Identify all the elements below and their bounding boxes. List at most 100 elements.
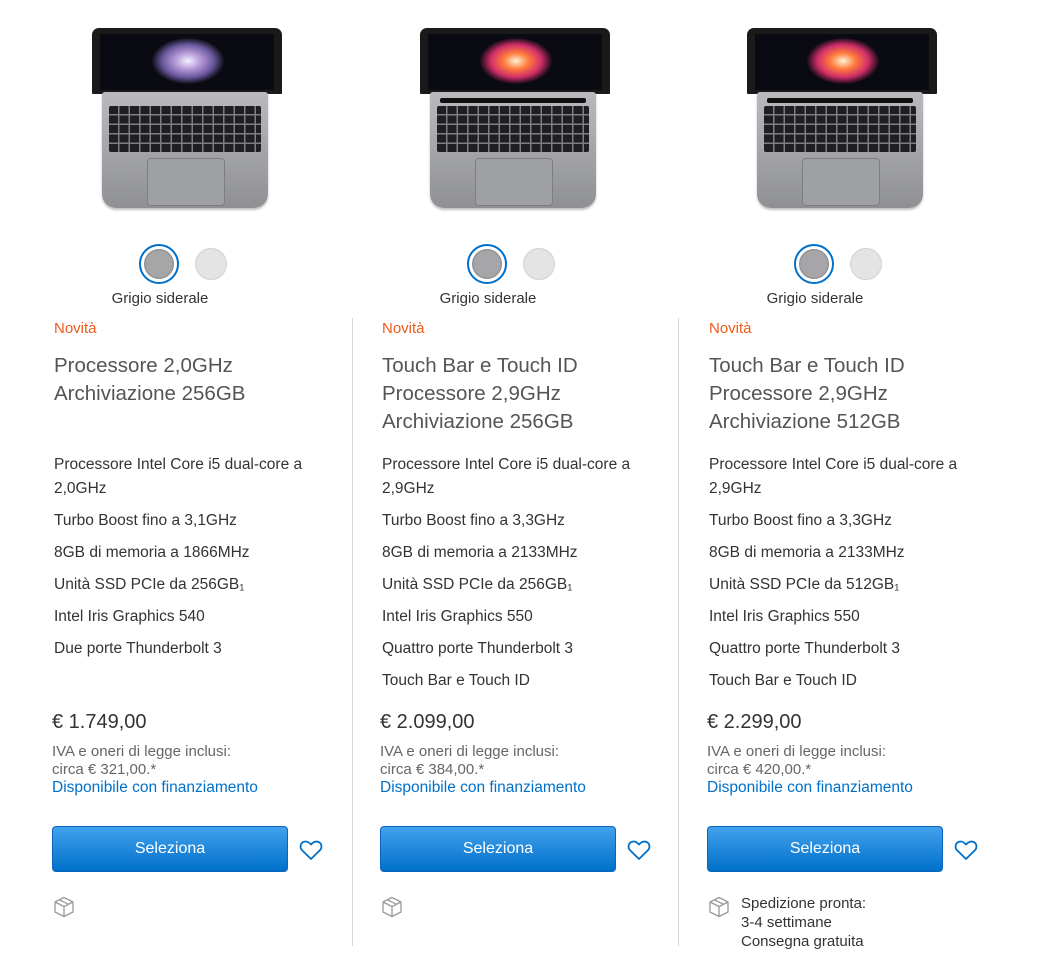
tax-note: IVA e oneri di legge inclusi: circa € 384… (380, 743, 640, 779)
laptop-screen (755, 34, 929, 90)
shipping-line: Consegna gratuita (741, 933, 864, 950)
new-badge: Novità (382, 320, 425, 337)
laptop-base (102, 92, 268, 208)
product-image[interactable] (90, 28, 284, 212)
swatch-space-gray[interactable] (467, 244, 507, 284)
product-image[interactable] (418, 28, 612, 212)
financing-link[interactable]: Disponibile con finanziamento (707, 779, 913, 797)
spec-list: Processore Intel Core i5 dual-core a 2,9… (709, 453, 999, 701)
color-swatches (467, 244, 567, 286)
color-swatches (139, 244, 239, 286)
wallpaper-art (152, 38, 224, 84)
select-button[interactable]: Seleziona (380, 826, 616, 872)
box-icon (380, 895, 404, 919)
box-icon (52, 895, 76, 919)
tax-note: IVA e oneri di legge inclusi: circa € 321… (52, 743, 312, 779)
box-icon (707, 895, 731, 919)
trackpad (475, 158, 553, 206)
spec-item: Intel Iris Graphics 550 (709, 608, 860, 625)
model-title-line: Touch Bar e Touch ID (709, 354, 905, 377)
spec-item: 8GB di memoria a 2133MHz (709, 544, 905, 561)
column-divider (352, 318, 353, 946)
spec-list: Processore Intel Core i5 dual-core a 2,9… (382, 453, 672, 701)
product-column: Grigio siderale Novità Touch Bar e Touch I… (707, 0, 1007, 960)
spec-item: Intel Iris Graphics 540 (54, 608, 205, 625)
model-title-line: Touch Bar e Touch ID (382, 354, 578, 377)
select-button[interactable]: Seleziona (52, 826, 288, 872)
price: € 1.749,00 (52, 711, 147, 733)
model-title-line: Archiviazione 256GB (54, 382, 246, 405)
heart-icon[interactable] (627, 839, 651, 861)
spec-item: Processore Intel Core i5 dual-core a 2,9… (382, 456, 631, 497)
spec-item: 8GB di memoria a 1866MHz (54, 544, 250, 561)
spec-item: Intel Iris Graphics 550 (382, 608, 533, 625)
spec-item: Unità SSD PCIe da 256GB₁ (54, 576, 245, 593)
spec-item: Turbo Boost fino a 3,3GHz (709, 512, 892, 529)
tax-note-line: circa € 321,00.* (52, 761, 157, 778)
touch-bar (767, 98, 913, 103)
product-column: Grigio siderale Novità Touch Bar e Touch I… (380, 0, 680, 960)
model-title-line: Processore 2,9GHz (709, 382, 888, 405)
keyboard (764, 106, 916, 152)
laptop-lid (420, 28, 610, 94)
color-swatches (794, 244, 894, 286)
spec-item: Processore Intel Core i5 dual-core a 2,0… (54, 456, 303, 497)
financing-link[interactable]: Disponibile con finanziamento (380, 779, 586, 797)
price: € 2.099,00 (380, 711, 475, 733)
shipping-line: Spedizione pronta: (741, 895, 867, 912)
model-title-line: Archiviazione 512GB (709, 410, 901, 433)
laptop-base (757, 92, 923, 208)
spec-item: Quattro porte Thunderbolt 3 (382, 640, 574, 657)
heart-icon[interactable] (954, 839, 978, 861)
swatch-space-gray[interactable] (139, 244, 179, 284)
model-title-line: Archiviazione 256GB (382, 410, 574, 433)
product-image[interactable] (745, 28, 939, 212)
spec-item: Unità SSD PCIe da 512GB₁ (709, 576, 900, 593)
tax-note: IVA e oneri di legge inclusi: circa € 420… (707, 743, 967, 779)
swatch-space-gray-fill (472, 249, 502, 279)
laptop-screen (428, 34, 602, 90)
touch-bar (440, 98, 586, 103)
tax-note-line: IVA e oneri di legge inclusi: (52, 743, 231, 760)
spec-item: Turbo Boost fino a 3,3GHz (382, 512, 565, 529)
wallpaper-art (807, 38, 879, 84)
shipping-line: 3-4 settimane (741, 914, 832, 931)
selected-color-label: Grigio siderale (111, 290, 209, 307)
tax-note-line: circa € 384,00.* (380, 761, 485, 778)
tax-note-line: IVA e oneri di legge inclusi: (380, 743, 559, 760)
model-title-line: Processore 2,9GHz (382, 382, 561, 405)
heart-icon[interactable] (299, 839, 323, 861)
laptop-lid (747, 28, 937, 94)
spec-item: Processore Intel Core i5 dual-core a 2,9… (709, 456, 958, 497)
spec-item: Touch Bar e Touch ID (709, 672, 857, 689)
swatch-silver[interactable] (850, 248, 882, 280)
laptop-base (430, 92, 596, 208)
swatch-space-gray-fill (799, 249, 829, 279)
wallpaper-art (480, 38, 552, 84)
shipping-info: Spedizione pronta: 3-4 settimane Consegna … (741, 894, 866, 951)
swatch-silver[interactable] (523, 248, 555, 280)
tax-note-line: IVA e oneri di legge inclusi: (707, 743, 886, 760)
new-badge: Novità (709, 320, 752, 337)
swatch-space-gray[interactable] (794, 244, 834, 284)
product-column: Grigio siderale Novità Processore 2,0GHz Ar… (52, 0, 352, 960)
selected-color-label: Grigio siderale (439, 290, 537, 307)
spec-item: Due porte Thunderbolt 3 (54, 640, 222, 657)
financing-link[interactable]: Disponibile con finanziamento (52, 779, 258, 797)
spec-item: Quattro porte Thunderbolt 3 (709, 640, 901, 657)
spec-list: Processore Intel Core i5 dual-core a 2,0… (54, 453, 344, 669)
keyboard (109, 106, 261, 152)
spec-item: 8GB di memoria a 2133MHz (382, 544, 578, 561)
select-button[interactable]: Seleziona (707, 826, 943, 872)
column-divider (678, 318, 679, 946)
selected-color-label: Grigio siderale (766, 290, 864, 307)
trackpad (147, 158, 225, 206)
model-title: Touch Bar e Touch ID Processore 2,9GHz Arc… (382, 352, 682, 436)
spec-item: Touch Bar e Touch ID (382, 672, 530, 689)
spec-item: Turbo Boost fino a 3,1GHz (54, 512, 237, 529)
model-title-line: Processore 2,0GHz (54, 354, 233, 377)
new-badge: Novità (54, 320, 97, 337)
swatch-silver[interactable] (195, 248, 227, 280)
spec-item: Unità SSD PCIe da 256GB₁ (382, 576, 573, 593)
laptop-screen (100, 34, 274, 90)
